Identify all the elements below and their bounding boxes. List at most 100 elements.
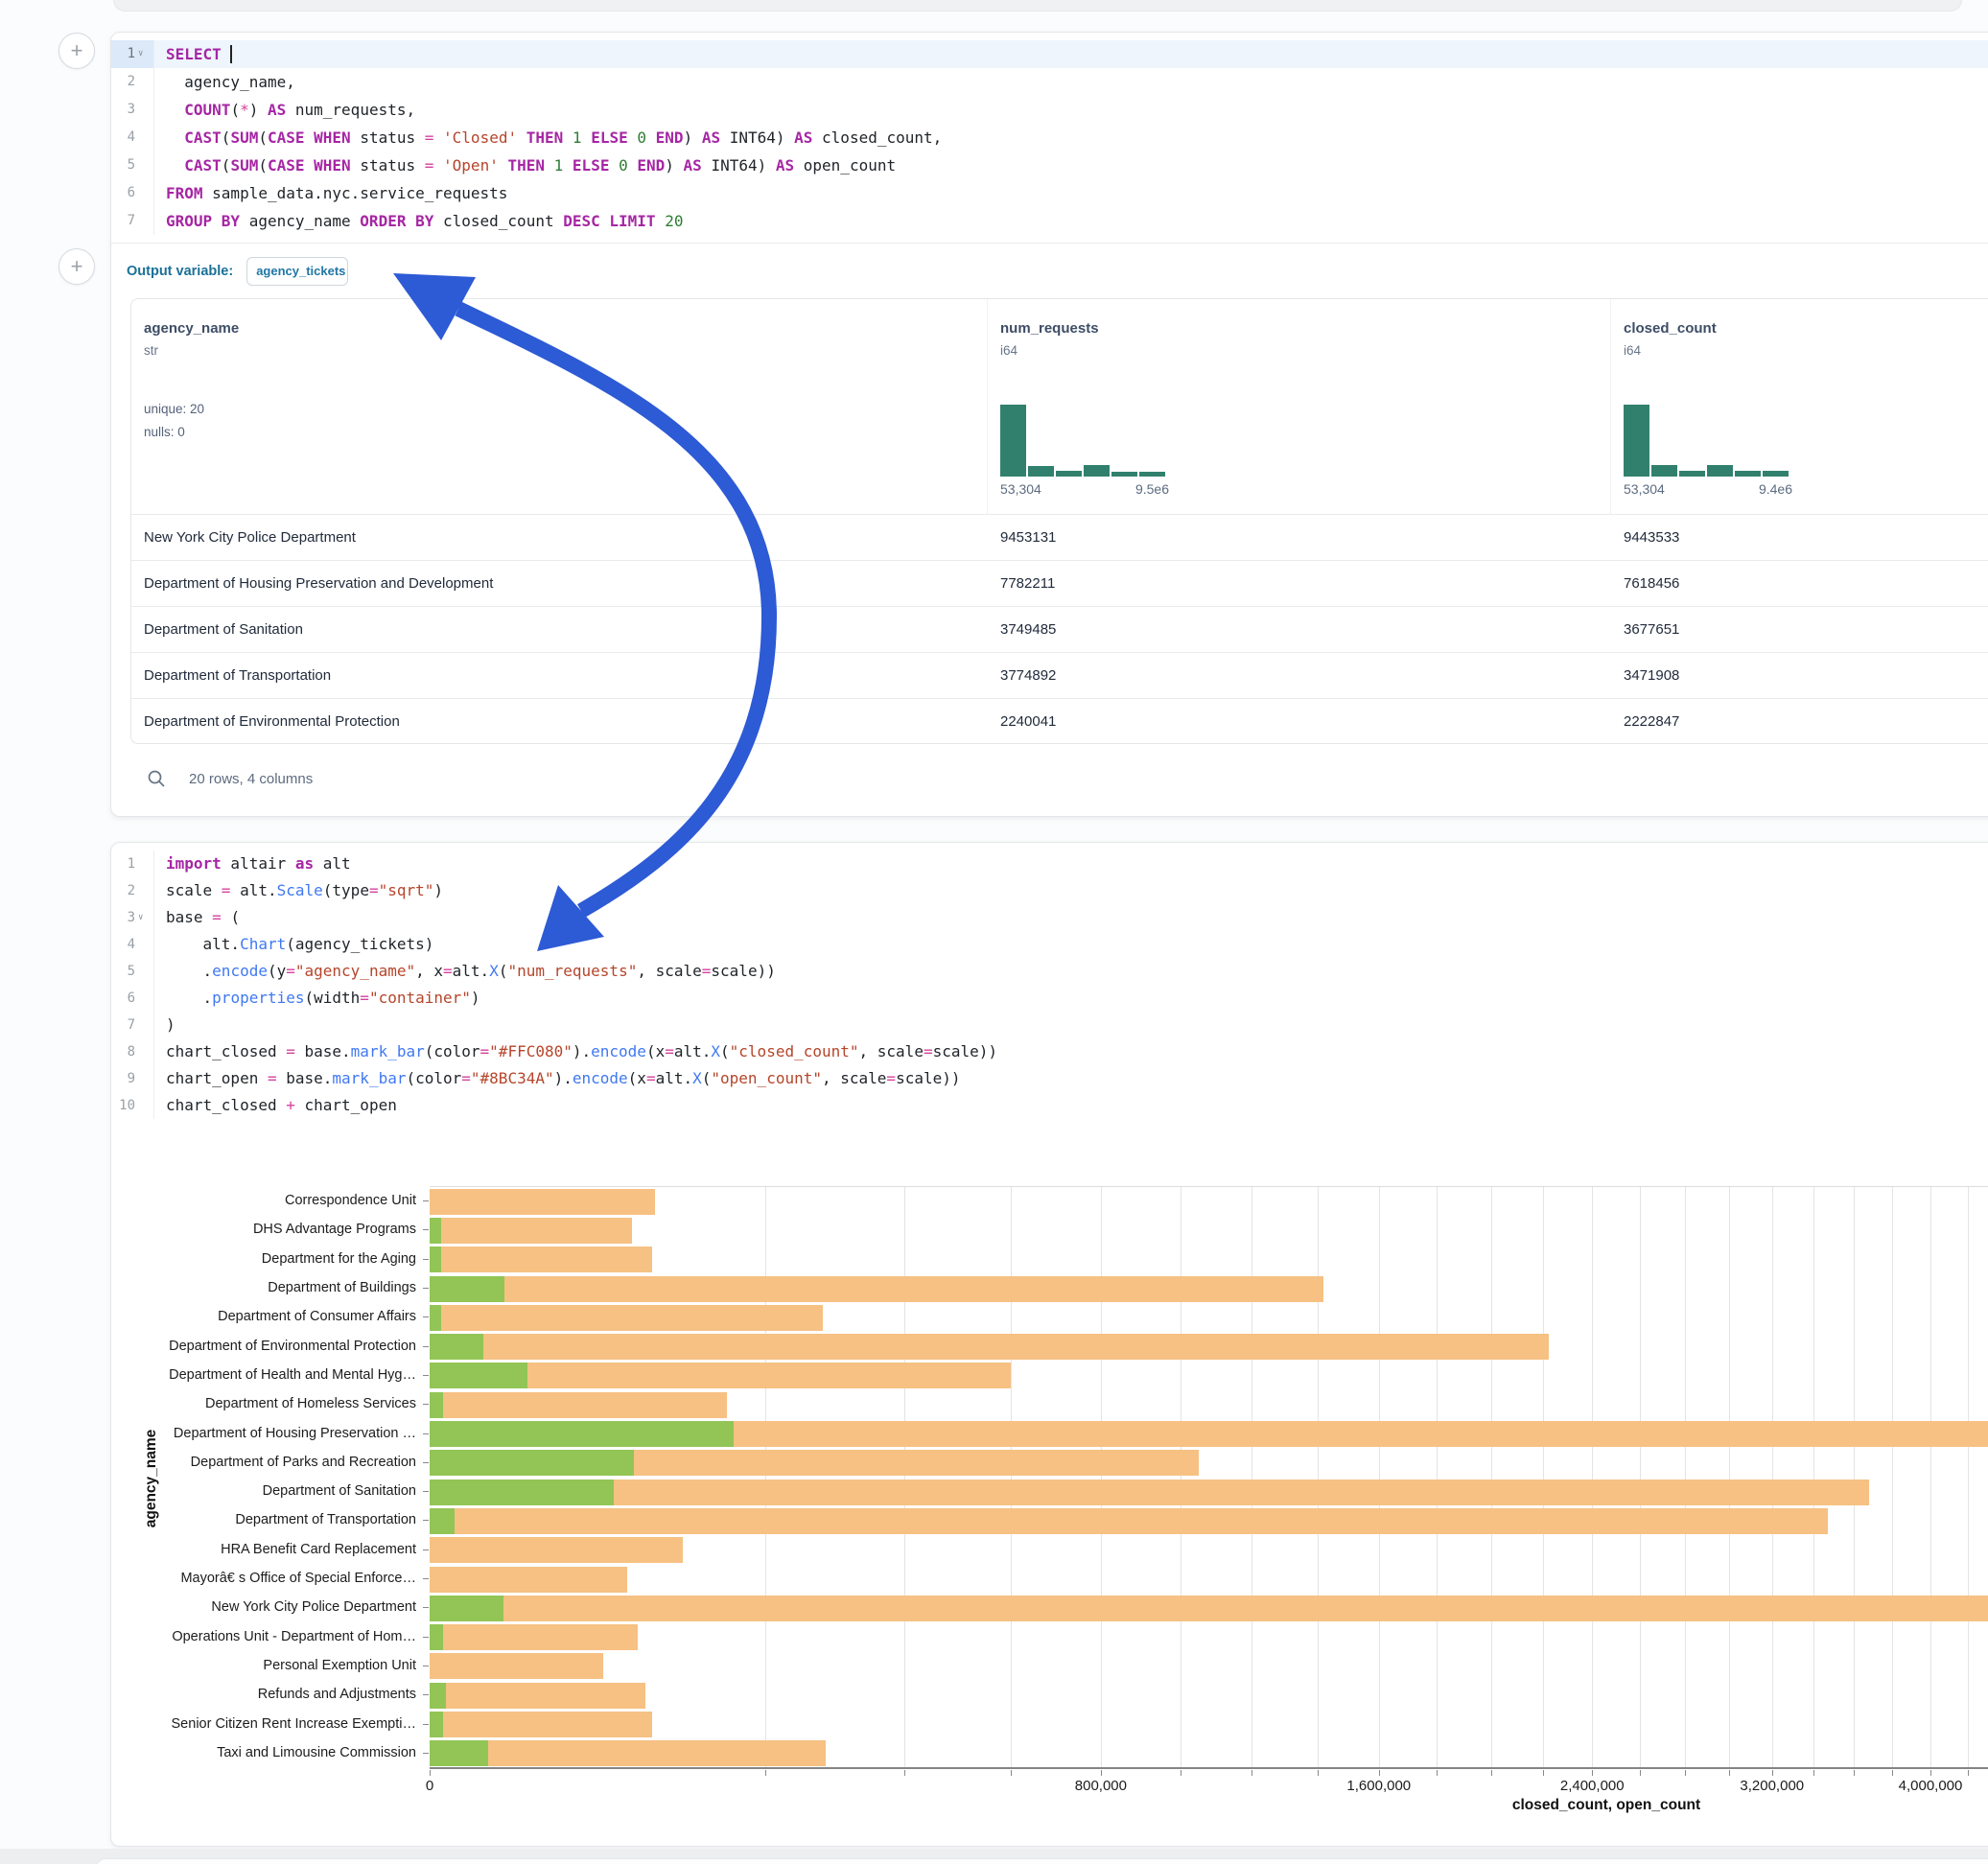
code-text: SELECT xyxy=(154,40,232,68)
fold-chevron-icon[interactable]: ∨ xyxy=(138,40,148,68)
line-number: 2 xyxy=(111,877,154,904)
output-variable-row: Output variable: agency_tickets xyxy=(111,243,1988,298)
line-number: 5 xyxy=(111,958,154,985)
sql-code-editor[interactable]: 1∨SELECT 2 agency_name,3 COUNT(*) AS num… xyxy=(111,33,1988,243)
column-histogram xyxy=(1624,403,1789,477)
table-row[interactable]: Department of Environmental Protection22… xyxy=(131,698,1988,744)
code-text: .encode(y="agency_name", x=alt.X("num_re… xyxy=(154,958,776,985)
code-line[interactable]: 6 .properties(width="container") xyxy=(111,985,1988,1012)
code-line[interactable]: 10chart_closed + chart_open xyxy=(111,1092,1988,1119)
output-variable-pill[interactable]: agency_tickets xyxy=(246,257,348,286)
line-number: 3 xyxy=(111,96,154,124)
column-header-closed_count[interactable]: closed_count i64 53,3049.4e6 xyxy=(1611,299,1988,514)
code-line[interactable]: 7) xyxy=(111,1012,1988,1038)
code-line[interactable]: 4 CAST(SUM(CASE WHEN status = 'Closed' T… xyxy=(111,124,1988,151)
code-line[interactable]: 5 CAST(SUM(CASE WHEN status = 'Open' THE… xyxy=(111,151,1988,179)
line-number: 7 xyxy=(111,1012,154,1038)
code-text: chart_closed + chart_open xyxy=(154,1092,397,1119)
table-cell[interactable]: 2222847 xyxy=(1611,713,1988,730)
line-number: 1∨ xyxy=(111,40,154,68)
column-type: i64 xyxy=(1000,343,1610,358)
code-text: ) xyxy=(154,1012,175,1038)
table-cell[interactable]: 3749485 xyxy=(988,621,1611,638)
code-line[interactable]: 9chart_open = base.mark_bar(color="#8BC3… xyxy=(111,1065,1988,1092)
code-line[interactable]: 2 agency_name, xyxy=(111,68,1988,96)
line-number: 4 xyxy=(111,124,154,151)
table-cell[interactable]: 3677651 xyxy=(1611,621,1988,638)
python-cell: 1import altair as alt2scale = alt.Scale(… xyxy=(110,842,1988,1847)
row-column-count: 20 rows, 4 columns xyxy=(189,771,313,787)
code-text: import altair as alt xyxy=(154,850,351,877)
code-line[interactable]: 6FROM sample_data.nyc.service_requests xyxy=(111,179,1988,207)
code-line[interactable]: 1import altair as alt xyxy=(111,850,1988,877)
code-text: GROUP BY agency_name ORDER BY closed_cou… xyxy=(154,207,683,235)
table-row[interactable]: Department of Transportation377489234719… xyxy=(131,652,1988,698)
line-number: 6 xyxy=(111,985,154,1012)
code-line[interactable]: 3 COUNT(*) AS num_requests, xyxy=(111,96,1988,124)
table-cell[interactable]: 7618456 xyxy=(1611,575,1988,592)
next-cell-edge xyxy=(96,1858,1988,1864)
code-text: agency_name, xyxy=(154,68,295,96)
table-cell[interactable]: Department of Transportation xyxy=(131,667,988,684)
result-table-header: agency_namestrunique: 20nulls: 0num_requ… xyxy=(131,299,1988,514)
line-number: 10 xyxy=(111,1092,154,1119)
table-cell[interactable]: 9443533 xyxy=(1611,529,1988,546)
line-number: 3∨ xyxy=(111,904,154,931)
line-number: 9 xyxy=(111,1065,154,1092)
add-cell-button[interactable]: + xyxy=(58,33,95,69)
code-line[interactable]: 8chart_closed = base.mark_bar(color="#FF… xyxy=(111,1038,1988,1065)
line-number: 4 xyxy=(111,931,154,958)
table-row[interactable]: Department of Sanitation37494853677651 xyxy=(131,606,1988,652)
code-line[interactable]: 7GROUP BY agency_name ORDER BY closed_co… xyxy=(111,207,1988,235)
code-text: chart_open = base.mark_bar(color="#8BC34… xyxy=(154,1065,961,1092)
python-code-editor[interactable]: 1import altair as alt2scale = alt.Scale(… xyxy=(111,843,1988,1127)
table-row[interactable]: Department of Housing Preservation and D… xyxy=(131,560,1988,606)
code-line[interactable]: 1∨SELECT xyxy=(111,40,1988,68)
text-cursor xyxy=(230,45,232,63)
output-variable-value: agency_tickets xyxy=(256,264,345,278)
code-line[interactable]: 5 .encode(y="agency_name", x=alt.X("num_… xyxy=(111,958,1988,985)
code-text: chart_closed = base.mark_bar(color="#FFC… xyxy=(154,1038,997,1065)
histogram-range-labels: 53,3049.4e6 xyxy=(1624,481,1792,497)
table-cell[interactable]: 2240041 xyxy=(988,713,1611,730)
line-number: 6 xyxy=(111,179,154,207)
table-cell[interactable]: Department of Environmental Protection xyxy=(131,713,988,730)
table-cell[interactable]: Department of Housing Preservation and D… xyxy=(131,575,988,592)
column-type: i64 xyxy=(1624,343,1988,358)
code-line[interactable]: 2scale = alt.Scale(type="sqrt") xyxy=(111,877,1988,904)
code-text: CAST(SUM(CASE WHEN status = 'Open' THEN … xyxy=(154,151,896,179)
add-cell-button[interactable]: + xyxy=(58,248,95,285)
table-row[interactable]: New York City Police Department945313194… xyxy=(131,514,1988,560)
table-cell[interactable]: 9453131 xyxy=(988,529,1611,546)
table-cell[interactable]: 3471908 xyxy=(1611,667,1988,684)
column-type: str xyxy=(144,343,987,358)
result-table-footer: 20 rows, 4 columns xyxy=(111,744,1988,813)
column-histogram xyxy=(1000,403,1165,477)
code-text: FROM sample_data.nyc.service_requests xyxy=(154,179,507,207)
code-text: CAST(SUM(CASE WHEN status = 'Closed' THE… xyxy=(154,124,942,151)
code-text: alt.Chart(agency_tickets) xyxy=(154,931,433,958)
column-stats: unique: 20nulls: 0 xyxy=(144,398,987,444)
result-table: agency_namestrunique: 20nulls: 0num_requ… xyxy=(130,298,1988,744)
line-number: 1 xyxy=(111,850,154,877)
code-text: COUNT(*) AS num_requests, xyxy=(154,96,415,124)
column-name: agency_name xyxy=(144,320,987,337)
output-variable-label: Output variable: xyxy=(127,264,233,279)
table-cell[interactable]: Department of Sanitation xyxy=(131,621,988,638)
search-icon[interactable] xyxy=(147,769,166,788)
sql-cell: 1∨SELECT 2 agency_name,3 COUNT(*) AS num… xyxy=(110,32,1988,817)
result-table-body: New York City Police Department945313194… xyxy=(131,514,1988,744)
table-cell[interactable]: New York City Police Department xyxy=(131,529,988,546)
previous-cell-edge xyxy=(113,0,1962,12)
line-number: 7 xyxy=(111,207,154,235)
code-line[interactable]: 3∨base = ( xyxy=(111,904,1988,931)
fold-chevron-icon[interactable]: ∨ xyxy=(138,904,148,931)
column-header-num_requests[interactable]: num_requestsi6453,3049.5e6 xyxy=(988,299,1611,514)
table-cell[interactable]: 7782211 xyxy=(988,575,1611,592)
code-line[interactable]: 4 alt.Chart(agency_tickets) xyxy=(111,931,1988,958)
column-name: closed_count xyxy=(1624,320,1988,337)
table-cell[interactable]: 3774892 xyxy=(988,667,1611,684)
code-text: .properties(width="container") xyxy=(154,985,480,1012)
histogram-range-labels: 53,3049.5e6 xyxy=(1000,481,1169,497)
column-header-agency_name[interactable]: agency_namestr unique: 20nulls: 0 xyxy=(131,299,988,514)
